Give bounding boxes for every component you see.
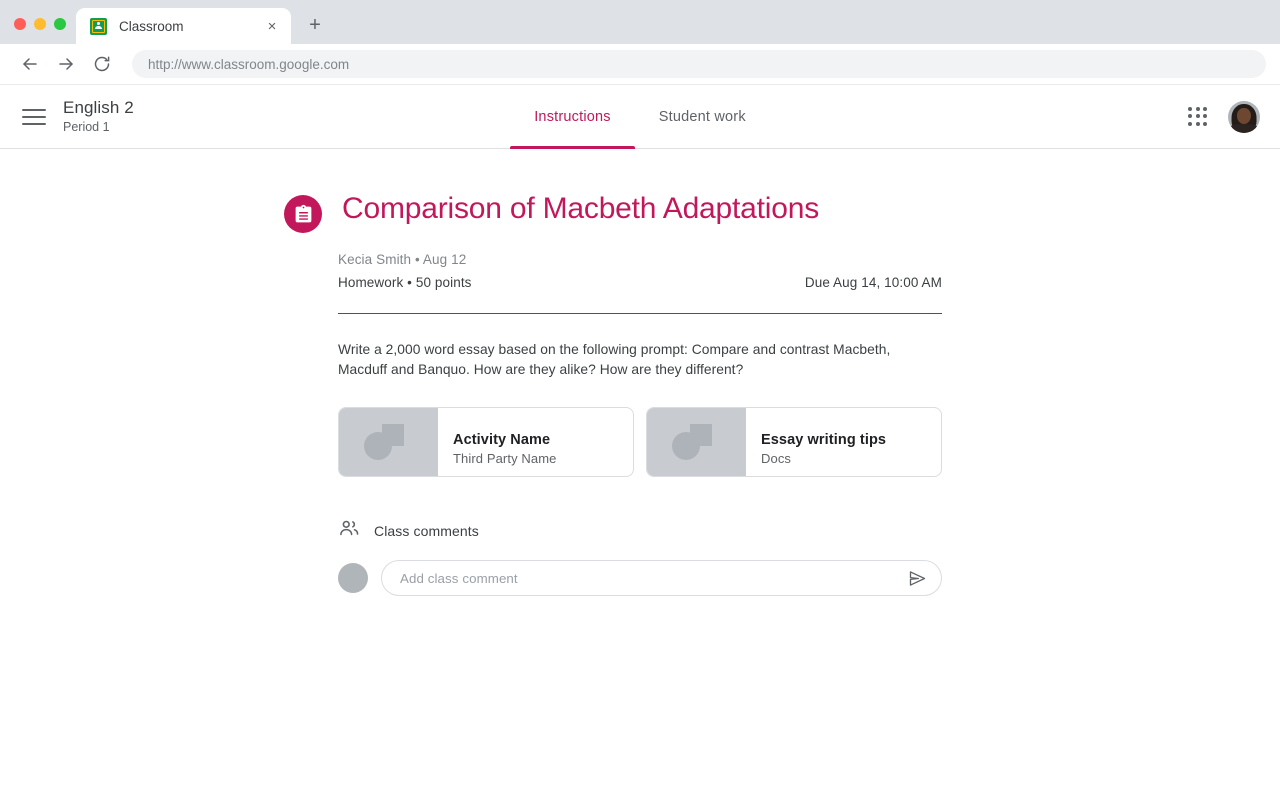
attachment-subtitle: Third Party Name: [453, 450, 557, 466]
class-comments-header: Class comments: [338, 517, 942, 544]
hamburger-menu-icon[interactable]: [22, 104, 48, 130]
assignment-meta: Kecia Smith • Aug 12 Homework • 50 point…: [338, 250, 942, 314]
attachment-card[interactable]: Activity Name Third Party Name: [338, 407, 634, 477]
attachment-info: Activity Name Third Party Name: [438, 408, 633, 476]
reload-icon[interactable]: [86, 48, 118, 80]
forward-arrow-icon[interactable]: [50, 48, 82, 80]
back-arrow-icon[interactable]: [14, 48, 46, 80]
add-comment-row: [338, 560, 942, 596]
attachment-name: Essay writing tips: [761, 431, 887, 448]
header-nav-tabs: Instructions Student work: [0, 85, 1280, 149]
attachment-info: Essay writing tips Docs: [746, 408, 941, 476]
address-bar-url: http://www.classroom.google.com: [148, 56, 350, 72]
address-bar[interactable]: http://www.classroom.google.com: [132, 50, 1266, 78]
send-icon[interactable]: [905, 566, 929, 590]
people-icon: [338, 517, 360, 544]
page-body: Comparison of Macbeth Adaptations Kecia …: [0, 149, 1280, 800]
maximize-window-button[interactable]: [54, 18, 66, 30]
class-comments-label: Class comments: [374, 522, 479, 539]
class-comments-section: Class comments: [338, 517, 942, 596]
generic-placeholder-icon: [647, 408, 746, 476]
header-actions: [1186, 100, 1260, 133]
course-info: English 2 Period 1: [63, 98, 134, 135]
assignment-detail: Comparison of Macbeth Adaptations Kecia …: [284, 149, 942, 596]
assignment-category-points: Homework • 50 points: [338, 275, 472, 290]
assignment-due-date: Due Aug 14, 10:00 AM: [804, 275, 942, 290]
minimize-window-button[interactable]: [34, 18, 46, 30]
attachment-name: Activity Name: [453, 431, 551, 448]
account-avatar[interactable]: [1228, 100, 1260, 133]
close-window-button[interactable]: [14, 18, 26, 30]
attachment-list: Activity Name Third Party Name Essay wri…: [338, 407, 942, 477]
assignment-title: Comparison of Macbeth Adaptations: [342, 192, 820, 225]
attachment-card[interactable]: Essay writing tips Docs: [646, 407, 942, 477]
assignment-meta-row: Homework • 50 points Due Aug 14, 10:00 A…: [338, 275, 942, 290]
browser-titlebar: Classroom × +: [0, 0, 1280, 44]
assignment-description: Write a 2,000 word essay based on the fo…: [338, 342, 891, 377]
assignment-clipboard-icon: [284, 195, 322, 233]
attachment-subtitle: Docs: [761, 450, 792, 466]
google-classroom-favicon-icon: [90, 17, 107, 35]
tab-instructions[interactable]: Instructions: [510, 85, 635, 149]
new-tab-button[interactable]: +: [301, 11, 329, 39]
course-section: Period 1: [63, 120, 110, 134]
assignment-author-date: Kecia Smith • Aug 12: [338, 252, 467, 267]
app-header: English 2 Period 1 Instructions Student …: [0, 85, 1280, 149]
browser-toolbar: http://www.classroom.google.com: [0, 44, 1280, 85]
generic-placeholder-icon: [339, 408, 438, 476]
tab-title: Classroom: [119, 18, 184, 34]
browser-tab-classroom[interactable]: Classroom ×: [76, 8, 291, 44]
section-divider: [338, 313, 942, 314]
tab-student-work[interactable]: Student work: [635, 85, 770, 149]
add-class-comment-input[interactable]: [400, 570, 905, 586]
course-title: English 2: [63, 98, 134, 117]
assignment-header: Comparison of Macbeth Adaptations: [284, 190, 942, 233]
window-controls: [8, 18, 76, 44]
comment-input-container[interactable]: [381, 560, 942, 596]
close-tab-icon[interactable]: ×: [263, 17, 281, 35]
browser-chrome: Classroom × + http://www.classroom.googl…: [0, 0, 1280, 85]
google-apps-grid-icon[interactable]: [1186, 105, 1210, 129]
comment-user-avatar[interactable]: [338, 563, 368, 593]
